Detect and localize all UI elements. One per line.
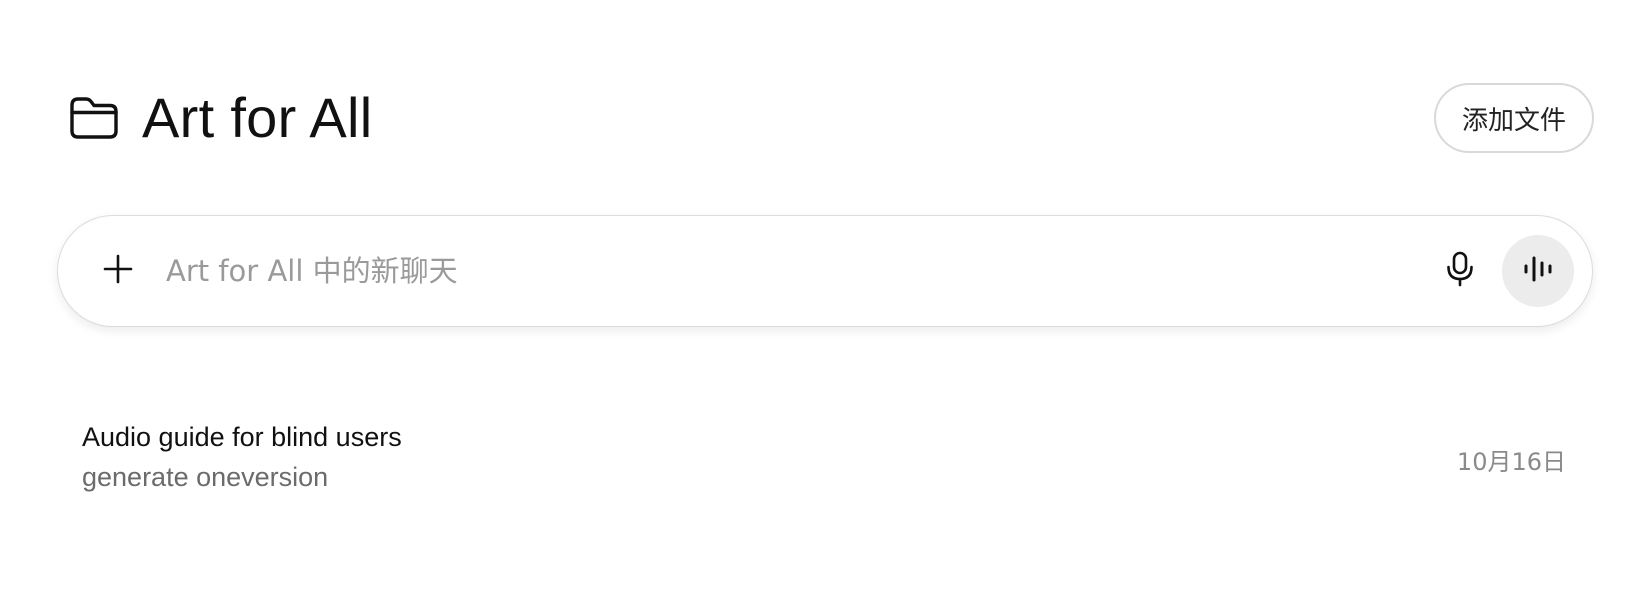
voice-mode-button[interactable] [1502, 235, 1574, 307]
voice-waveform-icon [1522, 255, 1554, 288]
microphone-icon [1445, 251, 1475, 292]
project-title-group: Art for All [68, 90, 372, 146]
page-title: Art for All [142, 86, 373, 149]
chat-title: Audio guide for blind users [82, 422, 402, 452]
new-chat-composer [57, 215, 1593, 327]
folder-icon [68, 94, 120, 142]
chat-list-item[interactable]: Audio guide for blind users generate one… [82, 412, 1572, 502]
project-header: Art for All 添加文件 [68, 80, 1594, 156]
chat-snippet: generate oneversion [82, 462, 329, 492]
chat-date: 10月16日 [1456, 447, 1566, 476]
add-files-button[interactable]: 添加文件 [1433, 83, 1594, 153]
chat-text: Audio guide for blind users generate one… [82, 419, 402, 495]
new-chat-input[interactable] [164, 240, 1430, 302]
plus-icon [102, 253, 134, 290]
project-page: Art for All 添加文件 Art for All 中的新聊天 Audio… [0, 0, 1640, 592]
attach-button[interactable] [86, 239, 150, 303]
dictate-button[interactable] [1430, 241, 1490, 301]
